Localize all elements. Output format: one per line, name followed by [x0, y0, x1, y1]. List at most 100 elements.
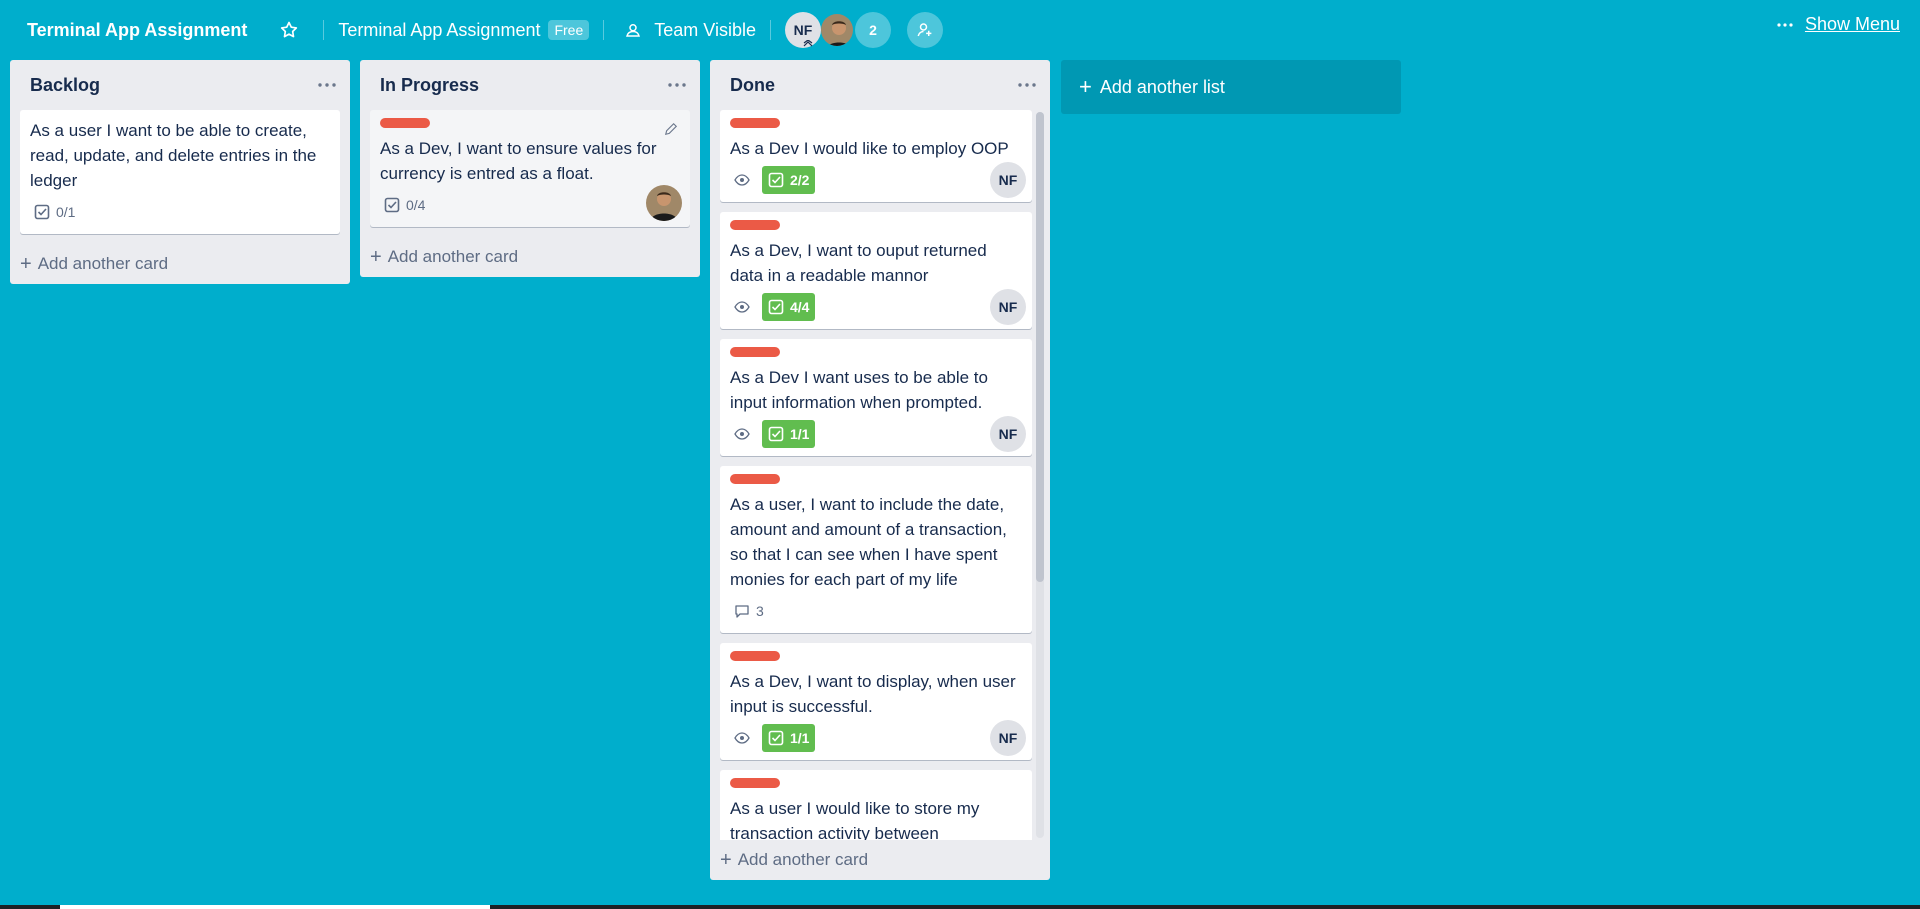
add-list-label: Add another list	[1099, 76, 1225, 97]
add-card-button[interactable]: + Add another card	[360, 237, 700, 277]
checklist-badge: 0/4	[380, 197, 425, 213]
board-title[interactable]: Terminal App Assignment	[23, 14, 251, 46]
team-icon	[626, 24, 641, 37]
header-divider	[603, 20, 605, 40]
card[interactable]: As a Dev, I want to display, when user i…	[720, 643, 1032, 760]
card-member-avatar[interactable]: NF	[990, 416, 1026, 452]
checklist-count: 0/4	[406, 197, 426, 213]
card-badges: 4/4 NF	[730, 289, 1026, 325]
card-label-red[interactable]	[730, 220, 780, 230]
watching-eye-icon	[734, 301, 750, 313]
list-menu-icon[interactable]	[668, 83, 686, 87]
star-icon	[281, 21, 298, 38]
admin-chevron-icon	[803, 40, 813, 47]
edit-pencil-icon[interactable]	[664, 122, 678, 136]
list-in-progress: In Progress As a Dev, I want to ensure v…	[360, 60, 700, 277]
invite-button[interactable]	[906, 12, 943, 48]
plus-icon: +	[20, 252, 32, 275]
card-label-red[interactable]	[730, 651, 780, 661]
card-badges: 1/1 NF	[730, 416, 1026, 452]
add-card-label: Add another card	[387, 247, 519, 266]
checklist-badge: 0/1	[30, 204, 75, 220]
card[interactable]: As a Dev, I want to ouput returned data …	[720, 212, 1032, 329]
show-menu-link[interactable]: Show Menu	[1805, 14, 1900, 35]
card-member-avatar[interactable]: NF	[990, 720, 1026, 756]
add-list-button[interactable]: + Add another list	[1061, 60, 1401, 114]
card-badges: 1/1 NF	[730, 720, 1026, 756]
visibility-label: Team Visible	[654, 19, 756, 40]
checklist-icon	[768, 299, 784, 315]
card-label-red[interactable]	[730, 474, 780, 484]
card-label-red[interactable]	[380, 118, 430, 128]
add-member-icon	[917, 23, 932, 37]
add-card-button[interactable]: + Add another card	[710, 840, 1050, 880]
avatar-image	[646, 185, 682, 221]
member-avatar-nf[interactable]: NF	[784, 12, 821, 48]
add-card-label: Add another card	[37, 254, 169, 273]
avatar-image	[820, 14, 853, 46]
add-card-button[interactable]: + Add another card	[10, 244, 350, 284]
list-menu-icon[interactable]	[318, 83, 336, 87]
card-badges: 3	[730, 595, 1022, 627]
comment-icon	[735, 605, 749, 618]
list-title[interactable]: In Progress	[380, 75, 479, 96]
watching-eye-icon	[734, 174, 750, 186]
comments-count: 3	[756, 603, 764, 619]
card-badges: 0/4	[380, 185, 682, 221]
header-right: Show Menu	[1777, 14, 1900, 35]
list-done: Done As a Dev I would like to employ OOP…	[710, 60, 1050, 880]
board-header: Terminal App Assignment Terminal App Ass…	[0, 0, 1920, 60]
add-card-label: Add another card	[737, 850, 869, 869]
watching-eye-icon	[734, 428, 750, 440]
card-title: As a Dev I would like to employ OOP	[730, 139, 1009, 158]
card-label-red[interactable]	[730, 118, 780, 128]
plus-icon: +	[1079, 74, 1092, 99]
card-label-red[interactable]	[730, 347, 780, 357]
card-badges: 0/1	[30, 196, 330, 228]
card[interactable]: As a user I would like to store my trans…	[720, 770, 1032, 840]
checklist-icon	[34, 204, 50, 220]
plus-icon: +	[720, 848, 732, 871]
checklist-icon	[768, 172, 784, 188]
member-avatar-photo[interactable]	[818, 12, 855, 48]
list-title[interactable]: Backlog	[30, 75, 100, 96]
card-member-avatar[interactable]: NF	[990, 162, 1026, 198]
workspace-name: Terminal App Assignment	[338, 19, 541, 40]
card-title: As a Dev, I want to ouput returned data …	[730, 241, 987, 285]
list-header: Backlog	[10, 60, 350, 110]
card[interactable]: As a user, I want to include the date, a…	[720, 466, 1032, 633]
list-backlog: Backlog As a user I want to be able to c…	[10, 60, 350, 284]
card-title: As a user, I want to include the date, a…	[730, 495, 1007, 589]
list-menu-icon[interactable]	[1018, 83, 1036, 87]
card[interactable]: As a user I want to be able to create, r…	[20, 110, 340, 234]
star-button[interactable]	[275, 14, 313, 46]
card-title: As a user I want to be able to create, r…	[30, 121, 317, 190]
checklist-icon	[384, 197, 400, 213]
card-title: As a Dev, I want to ensure values for cu…	[380, 139, 657, 183]
member-initials: NF	[793, 22, 813, 38]
card-badges: 2/2 NF	[730, 162, 1026, 198]
checklist-complete-badge: 1/1	[762, 420, 816, 448]
horizontal-scrollbar-thumb[interactable]	[60, 905, 490, 909]
header-divider	[323, 20, 325, 40]
plan-badge: Free	[548, 20, 590, 40]
checklist-complete-badge: 2/2	[762, 166, 816, 194]
member-count[interactable]: 2	[854, 12, 891, 48]
card-label-red[interactable]	[730, 778, 780, 788]
watching-eye-icon	[734, 732, 750, 744]
card[interactable]: As a Dev I would like to employ OOP 2/2 …	[720, 110, 1032, 202]
card-title: As a user I would like to store my trans…	[730, 799, 980, 840]
card-member-avatar[interactable]: NF	[990, 289, 1026, 325]
list-header: In Progress	[360, 60, 700, 110]
card[interactable]: As a Dev, I want to ensure values for cu…	[370, 110, 690, 227]
checklist-complete-badge: 1/1	[762, 724, 816, 752]
card-list: As a user I want to be able to create, r…	[10, 110, 350, 234]
card-member-avatar[interactable]	[646, 185, 682, 221]
checklist-icon	[768, 730, 784, 746]
header-divider	[769, 20, 771, 40]
card[interactable]: As a Dev I want uses to be able to input…	[720, 339, 1032, 456]
workspace-button[interactable]: Terminal App Assignment Free	[334, 14, 593, 46]
list-title[interactable]: Done	[730, 75, 775, 96]
visibility-button[interactable]: Team Visible	[614, 14, 760, 46]
card-list[interactable]: As a Dev I would like to employ OOP 2/2 …	[710, 110, 1050, 840]
